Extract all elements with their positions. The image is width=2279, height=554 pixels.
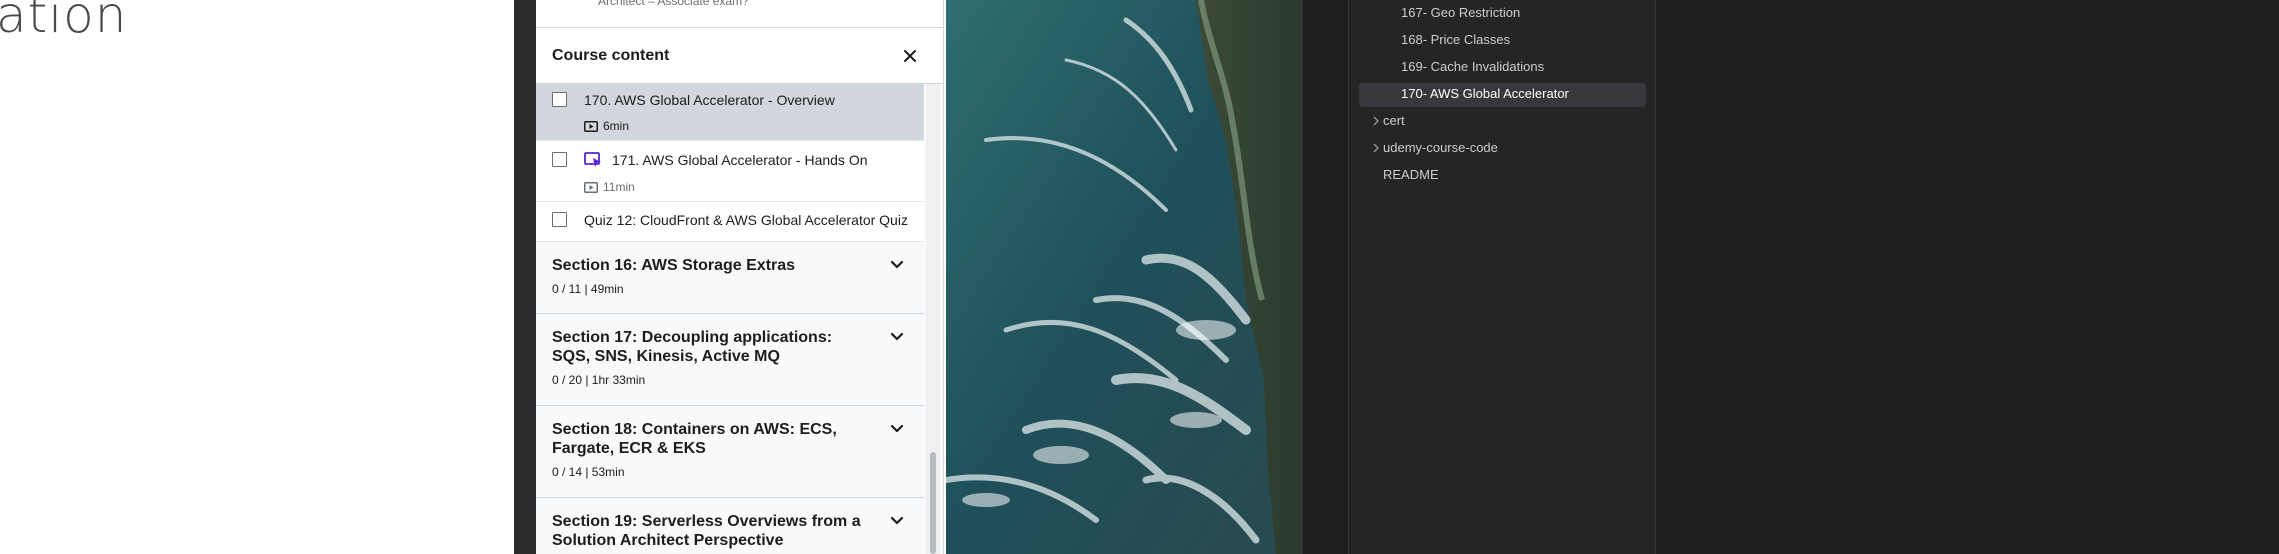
lecture-duration-text: 11min [603,180,635,194]
section-meta: 0 / 14 | 53min [552,465,625,479]
editor-area [1656,0,2279,554]
lecture-title: 170. AWS Global Accelerator - Overview [584,92,835,108]
tree-item-cache-invalidations[interactable]: 169- Cache Invalidations [1401,59,1544,74]
lecture-duration: 11min [584,180,635,194]
lecture-checkbox[interactable] [552,92,567,107]
close-icon [904,50,916,62]
section-title: Section 16: AWS Storage Extras [552,257,796,274]
chevron-down-icon [890,516,904,525]
section-title: Section 18: Containers on AWS: ECS, Farg… [552,421,837,457]
course-content-title: Course content [552,47,670,64]
chevron-down-icon [890,424,904,433]
page-heading-fragment: ation [0,0,128,44]
course-list-scrollbar-thumb[interactable] [930,452,936,554]
chevron-right-icon [1373,116,1379,126]
video-player-image[interactable] [946,0,1302,554]
lecture-item-171[interactable]: 171. AWS Global Accelerator - Hands On 1… [536,141,924,202]
chevron-down-icon [890,260,904,269]
tree-folder-cert[interactable]: cert [1383,113,1405,128]
lecture-duration: 6min [584,119,629,133]
editor-gutter [1302,0,1348,554]
lecture-item-170[interactable]: 170. AWS Global Accelerator - Overview 6… [536,84,924,141]
tree-folder-udemy-course-code[interactable]: udemy-course-code [1383,140,1498,155]
lecture-duration-text: 6min [603,119,630,133]
tree-item-price-classes[interactable]: 168- Price Classes [1401,32,1510,47]
quiz-item-12[interactable]: Quiz 12: CloudFront & AWS Global Acceler… [536,202,924,242]
section-18[interactable]: Section 18: Containers on AWS: ECS, Farg… [536,406,924,498]
screen: ation Architect – Associate exam? Course… [0,0,2279,554]
resume-play-icon [584,152,601,167]
course-content-panel: Architect – Associate exam? Course conte… [536,0,944,554]
video-icon [584,181,598,193]
section-16[interactable]: Section 16: AWS Storage Extras 0 / 11 | … [536,242,924,314]
ocean-aerial-image [946,0,1302,554]
tree-item-global-accelerator[interactable]: 170- AWS Global Accelerator [1401,86,1569,101]
file-explorer: 167- Geo Restriction 168- Price Classes … [1348,0,1656,554]
section-title: Section 17: Decoupling applications: SQS… [552,329,833,365]
previous-item-text: Architect – Associate exam? [598,0,749,8]
lecture-checkbox[interactable] [552,152,567,167]
section-meta: 0 / 11 | 49min [552,282,624,296]
close-button[interactable] [900,46,920,66]
quiz-checkbox[interactable] [552,212,567,227]
chevron-down-icon [890,332,904,341]
quiz-title: Quiz 12: CloudFront & AWS Global Acceler… [584,212,908,228]
chevron-right-icon [1373,143,1379,153]
tree-file-readme[interactable]: README [1383,167,1439,182]
section-17[interactable]: Section 17: Decoupling applications: SQS… [536,314,924,406]
tree-item-geo-restriction[interactable]: 167- Geo Restriction [1401,5,1520,20]
course-content-header: Course content [536,28,943,84]
video-icon [584,120,598,132]
section-19[interactable]: Section 19: Serverless Overviews from a … [536,498,924,554]
previous-item-row: Architect – Associate exam? [536,0,943,28]
section-meta: 0 / 20 | 1hr 33min [552,373,646,387]
lecture-title: 171. AWS Global Accelerator - Hands On [612,152,868,168]
window-divider [514,0,536,554]
left-page: ation [0,0,514,554]
section-title: Section 19: Serverless Overviews from a … [552,513,861,549]
